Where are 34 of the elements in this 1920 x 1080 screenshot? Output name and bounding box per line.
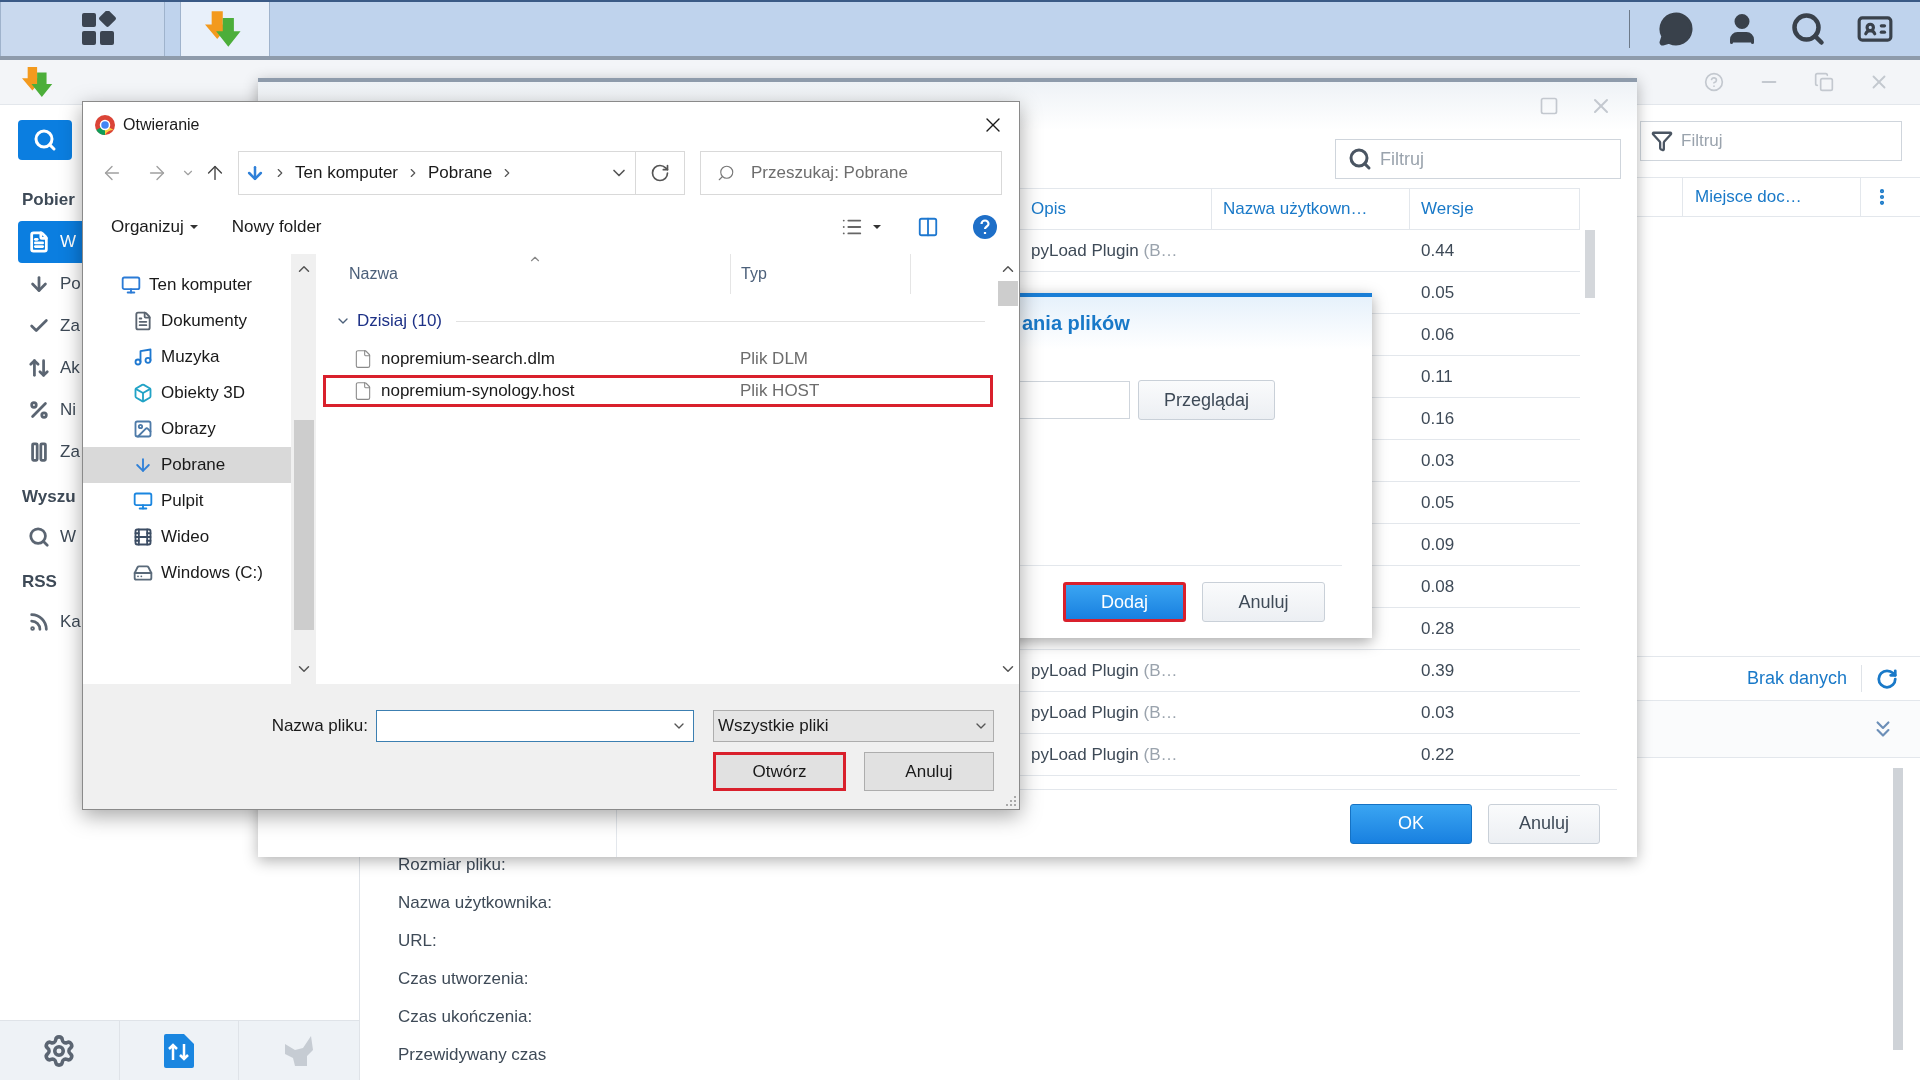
dialog-title: ania plików [1022,311,1130,336]
table-cell-text: 0.44 [1421,239,1455,262]
table-cell-text: 0.08 [1421,575,1455,598]
detail-label: Przewidywany czas [398,1044,548,1066]
section-heading: Wyszu [22,486,76,508]
table-cell-text: 0.03 [1421,449,1455,472]
dialog-title: Otwieranie [123,114,200,135]
table-cell-text: 0.11 [1421,365,1453,388]
table-cell-text: 0.03 [1421,701,1455,724]
detail-label: Czas ukończenia: [398,1006,534,1028]
table-cell-text: pyLoad Plugin (B… [1031,701,1178,724]
table-cell-text: 0.22 [1421,743,1455,766]
file-name: nopremium-search.dlm [381,348,555,371]
table-cell-text: pyLoad Plugin (B… [1031,239,1178,262]
table-cell-text: 0.09 [1421,533,1455,556]
file-name: nopremium-synology.host [381,380,575,403]
detail-label: Czas utworzenia: [398,968,530,990]
table-cell-text: 0.05 [1421,491,1455,514]
table-cell-text: 0.06 [1421,323,1455,346]
detail-label: Rozmiar pliku: [398,854,507,876]
table-cell-text: 0.28 [1421,617,1455,640]
file-type: Plik HOST [740,380,820,403]
detail-label: URL: [398,930,438,952]
file-type: Plik DLM [740,348,808,371]
status-text: Brak danych [1746,665,1862,692]
table-cell-text: pyLoad Plugin (B… [1031,743,1178,766]
section-heading: RSS [22,571,57,593]
table-cell-text: 0.05 [1421,281,1455,304]
table-cell-text: pyLoad Plugin (B… [1031,659,1178,682]
section-heading: Pobier [22,189,75,211]
table-cell-text: 0.39 [1421,659,1455,682]
table-cell-text: 0.16 [1421,407,1455,430]
field-label: Nazwa pliku: [271,715,368,738]
detail-label: Nazwa użytkownika: [398,892,553,914]
